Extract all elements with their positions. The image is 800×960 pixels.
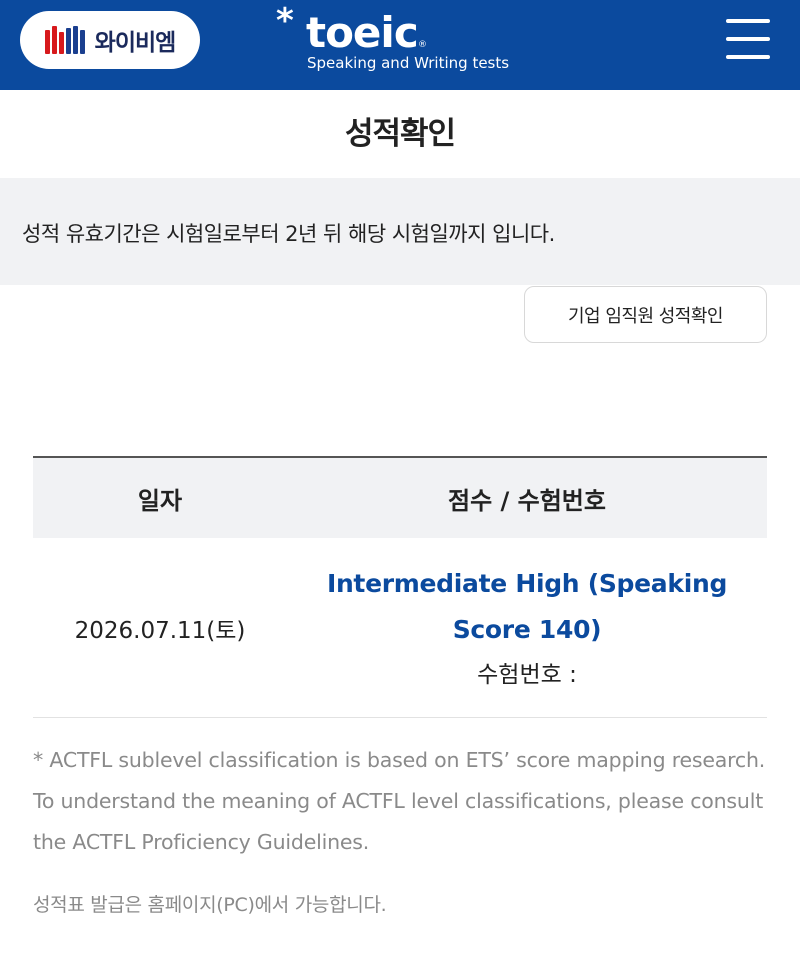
ybm-mark-icon (44, 26, 87, 54)
validity-notice: 성적 유효기간은 시험일로부터 2년 뒤 해당 시험일까지 입니다. (0, 178, 800, 285)
test-date: 2026.07.11(토) (74, 617, 246, 644)
corporate-score-check-button[interactable]: 기업 임직원 성적확인 (524, 286, 767, 343)
toeic-star-icon: * (276, 1, 294, 41)
top-header-bar: 와이비엠 * toeic ® Speaking and Writing test… (0, 0, 800, 90)
score-table: 일자 점수 / 수험번호 2026.07.11(토) Intermediate … (33, 456, 767, 718)
column-header-date: 일자 (137, 486, 183, 515)
table-row: 2026.07.11(토) Intermediate High (Speakin… (33, 538, 767, 718)
toeic-tagline: Speaking and Writing tests (307, 54, 510, 72)
score-level-line2: Score 140) (452, 614, 602, 644)
ybm-logo[interactable]: 와이비엠 (20, 11, 200, 69)
exam-number-label: 수험번호 : (477, 661, 577, 688)
ybm-logo-text: 와이비엠 (94, 30, 177, 56)
table-header: 일자 점수 / 수험번호 (33, 456, 767, 538)
toeic-registered-mark: ® (418, 40, 427, 50)
hamburger-menu-icon[interactable] (726, 19, 770, 59)
page-title: 성적확인 (344, 116, 456, 152)
column-header-score: 점수 / 수험번호 (448, 486, 606, 515)
actfl-footnote: * ACTFL sublevel classification is based… (33, 748, 766, 854)
toeic-wordmark: toeic (306, 8, 419, 57)
score-level-line1: Intermediate High (Speaking (326, 568, 728, 598)
score-cell: Intermediate High (Speaking Score 140) 수… (287, 561, 767, 695)
report-issue-note: 성적표 발급은 홈페이지(PC)에서 가능합니다. (33, 894, 387, 916)
validity-notice-text: 성적 유효기간은 시험일로부터 2년 뒤 해당 시험일까지 입니다. (22, 222, 555, 246)
